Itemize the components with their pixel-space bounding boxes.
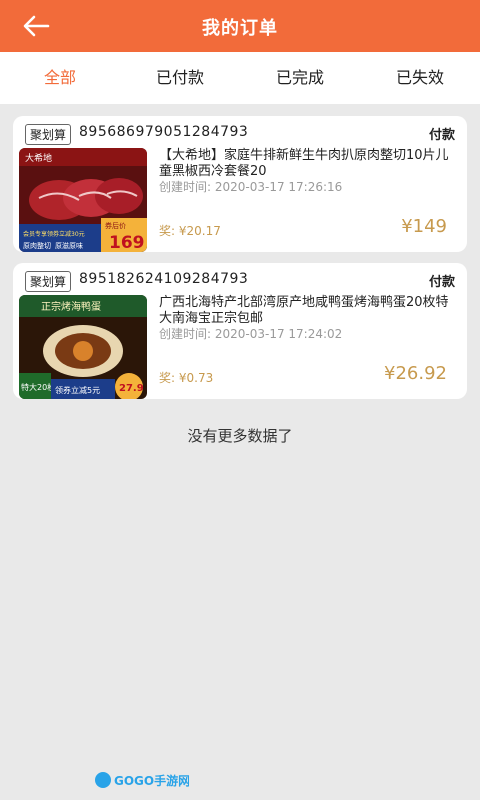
reward: 奖: ¥0.73 bbox=[159, 369, 213, 386]
tab-expired[interactable]: 已失效 bbox=[360, 52, 480, 104]
tab-all[interactable]: 全部 bbox=[0, 52, 120, 104]
reward-value: ¥20.17 bbox=[178, 224, 221, 238]
watermark-text: GOGO手游网 bbox=[114, 773, 189, 788]
order-card[interactable]: 聚划算 895182624109284793 付款 正宗烤海鸭蛋 特大20枚 领… bbox=[13, 263, 467, 399]
created-time-label: 创建时间: bbox=[159, 327, 215, 341]
order-price: ¥149 bbox=[401, 216, 447, 237]
juhuasuan-tag: 聚划算 bbox=[25, 124, 72, 145]
product-image-duck-egg[interactable]: 正宗烤海鸭蛋 特大20枚 领券立减5元 27.9 bbox=[19, 295, 147, 399]
juhuasuan-tag: 聚划算 bbox=[25, 271, 72, 292]
reward-value: ¥0.73 bbox=[178, 371, 214, 385]
order-status: 付款 bbox=[428, 275, 455, 290]
order-card[interactable]: 聚划算 895686979051284793 付款 大希地 会员专享领券立减30… bbox=[13, 116, 467, 252]
product-title[interactable]: 广西北海特产北部湾原产地咸鸭蛋烤海鸭蛋20枚特大南海宝正宗包邮 bbox=[159, 295, 455, 327]
order-number: 895182624109284793 bbox=[79, 271, 249, 287]
app-header: 我的订单 bbox=[0, 0, 480, 52]
created-time-value: 2020-03-17 17:26:16 bbox=[214, 180, 343, 194]
image-badge-1: 原肉整切 bbox=[23, 241, 51, 250]
page-title: 我的订单 bbox=[202, 18, 278, 39]
reward-label: 奖: bbox=[159, 371, 179, 385]
tab-completed[interactable]: 已完成 bbox=[240, 52, 360, 104]
order-tabs: 全部 已付款 已完成 已失效 bbox=[0, 52, 480, 104]
image-banner: 正宗烤海鸭蛋 bbox=[41, 300, 101, 313]
image-coupon: 领券立减5元 bbox=[55, 385, 100, 395]
created-time: 创建时间: 2020-03-17 17:26:16 bbox=[159, 178, 342, 195]
product-image-steak[interactable]: 大希地 会员专享领券立减30元 原肉整切 原滋原味 券后价 169 bbox=[19, 148, 147, 252]
order-number: 895686979051284793 bbox=[79, 124, 249, 140]
product-title[interactable]: 【大希地】家庭牛排新鲜生牛肉扒原肉整切10片儿童黑椒西冷套餐20 bbox=[159, 148, 455, 180]
tab-paid[interactable]: 已付款 bbox=[120, 52, 240, 104]
image-brand: 大希地 bbox=[25, 152, 52, 164]
reward: 奖: ¥20.17 bbox=[159, 222, 221, 239]
image-coupon: 会员专享领券立减30元 bbox=[23, 230, 85, 238]
created-time: 创建时间: 2020-03-17 17:24:02 bbox=[159, 325, 342, 342]
image-badge-2: 原滋原味 bbox=[55, 241, 83, 250]
order-price: ¥26.92 bbox=[384, 363, 447, 384]
gogo-watermark-logo: GOGO手游网 bbox=[95, 772, 189, 788]
reward-label: 奖: bbox=[159, 224, 179, 238]
image-price: 169 bbox=[109, 233, 145, 252]
image-price: 27.9 bbox=[119, 383, 144, 394]
created-time-label: 创建时间: bbox=[159, 180, 215, 194]
image-badge: 特大20枚 bbox=[21, 382, 55, 392]
no-more-data-text: 没有更多数据了 bbox=[187, 427, 293, 445]
created-time-value: 2020-03-17 17:24:02 bbox=[214, 327, 343, 341]
order-status: 付款 bbox=[428, 128, 455, 143]
image-price-tag: 券后价 bbox=[105, 221, 126, 230]
